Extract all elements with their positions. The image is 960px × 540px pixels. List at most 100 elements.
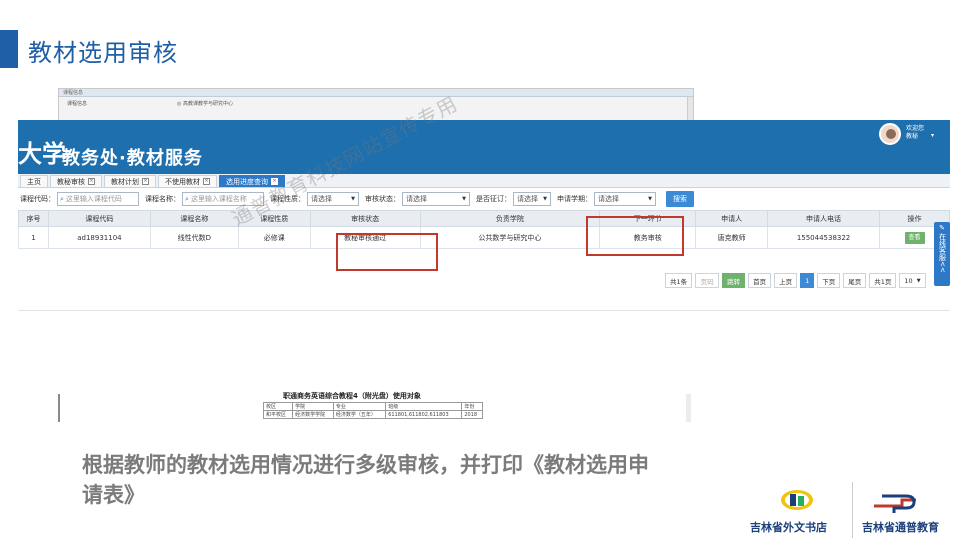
col-header-phone[interactable]: 申请人电话 — [767, 210, 880, 227]
background-dialog: 课程信息 课程信息 ◎ 高教课教学与研究中心 — [58, 88, 694, 123]
tab-label: 教材计划 — [111, 177, 139, 186]
divider — [18, 310, 950, 311]
cell-college: 公共数学与研究中心 — [419, 226, 601, 249]
chevron-down-icon: ▼ — [543, 196, 547, 202]
cell-no: 1 — [18, 226, 49, 249]
term-value: 请选择 — [598, 195, 619, 203]
close-icon[interactable]: × — [142, 178, 149, 185]
document-title: 职通商务英语综合教程4（附光盘）使用对象 — [283, 392, 421, 400]
page-number-input[interactable]: 页码 — [695, 273, 720, 288]
search-button[interactable]: 搜索 — [666, 191, 694, 207]
col-header-no[interactable]: 序号 — [18, 210, 49, 227]
close-icon[interactable]: × — [88, 178, 95, 185]
document-cell: 年份 — [461, 402, 483, 411]
logo-divider — [852, 482, 853, 538]
col-header-course-nature[interactable]: 课程性质 — [237, 210, 311, 227]
document-row: 和平校区 经济数学学院 经济数学（五年） 611801,611802,61180… — [262, 410, 483, 419]
tab-label: 教秘审核 — [57, 177, 85, 186]
slide-title-accent — [0, 30, 18, 68]
search-icon: ⌕ — [185, 194, 189, 203]
chevron-down-icon: ▼ — [462, 196, 466, 202]
document-cell: 班级 — [385, 402, 463, 411]
col-header-college[interactable]: 负责学院 — [419, 210, 601, 227]
course-nature-select[interactable]: 请选择 ▼ — [307, 192, 359, 206]
document-row: 校区 学院 专业 班级 年份 — [262, 402, 483, 411]
ordered-select[interactable]: 请选择 ▼ — [513, 192, 551, 206]
document-cell: 经济数学学院 — [292, 410, 334, 419]
tab-label: 不使用教材 — [165, 177, 200, 186]
prev-page-button[interactable]: 上页 — [774, 273, 798, 288]
search-icon: ⌕ — [60, 194, 64, 203]
background-dialog-row-left: 课程信息 — [67, 101, 88, 107]
ordered-label: 是否征订： — [476, 195, 511, 203]
course-nature-label: 课程性质： — [270, 195, 305, 203]
pagination: 共1条 页码 跳转 首页 上页 1 下页 尾页 共1页 10 ▼ — [665, 273, 926, 288]
chevron-down-icon: ▼ — [648, 196, 652, 202]
tongpu-name: 吉林省通普教育 — [862, 521, 939, 534]
course-name-input[interactable]: ⌕ 这里输入课程名称 — [182, 192, 264, 206]
filter-bar: 课程代码： ⌕ 这里输入课程代码 课程名称： ⌕ 这里输入课程名称 课程性质： 请选… — [18, 188, 950, 210]
tongpu-education-logo — [874, 494, 916, 513]
tab-no-textbook[interactable]: 不使用教材 × — [158, 175, 217, 187]
welcome-text: 欢迎您 — [906, 125, 925, 132]
cell-applicant: 唐克教师 — [695, 226, 769, 249]
course-code-input[interactable]: ⌕ 这里输入课程代码 — [57, 192, 139, 206]
document-scrollbar[interactable] — [686, 394, 691, 422]
view-button[interactable]: 查看 — [904, 231, 925, 244]
tab-bar: 主页 教秘审核 × 教材计划 × 不使用教材 × 选用进度查询 × — [18, 174, 950, 188]
col-header-audit-status[interactable]: 审核状态 — [309, 210, 421, 227]
current-page-button[interactable]: 1 — [800, 273, 815, 288]
user-avatar[interactable] — [879, 123, 901, 145]
document-cell: 校区 — [262, 402, 294, 411]
document-cell: 专业 — [332, 402, 387, 411]
total-pages: 共1页 — [869, 273, 897, 288]
system-title: 教务处·教材服务 — [62, 148, 203, 169]
close-icon[interactable]: × — [203, 178, 210, 185]
user-role: 教秘 — [906, 133, 919, 140]
slide-caption: 根据教师的教材选用情况进行多级审核，并打印《教材选用申请表》 — [82, 453, 649, 507]
background-dialog-titlebar: 课程信息 — [59, 89, 693, 97]
background-dialog-title: 课程信息 — [63, 90, 84, 96]
bookstore-name: 吉林省外文书店 — [750, 521, 827, 534]
course-code-placeholder: 这里输入课程代码 — [65, 195, 122, 203]
online-service-button[interactable]: ✎ 在线客服<< — [934, 222, 950, 286]
audit-status-select[interactable]: 请选择 ▼ — [402, 192, 470, 206]
course-name-label: 课程名称： — [145, 195, 180, 203]
tab-label: 主页 — [27, 177, 41, 186]
document-cell: 2018 — [461, 410, 483, 419]
next-page-button[interactable]: 下页 — [817, 273, 841, 288]
user-menu-caret-icon[interactable]: ▾ — [931, 132, 934, 139]
table-header-row: 序号 课程代码 课程名称 课程性质 审核状态 负责学院 下一环节 申请人 申请人… — [18, 210, 950, 227]
tab-textbook-plan[interactable]: 教材计划 × — [104, 175, 156, 187]
col-header-applicant[interactable]: 申请人 — [695, 210, 769, 227]
document-table: 校区 学院 专业 班级 年份 和平校区 经济数学学院 经济数学（五年） 6118… — [262, 402, 483, 419]
pager-total: 共1条 — [665, 273, 693, 288]
document-cell: 经济数学（五年） — [332, 410, 387, 419]
user-welcome[interactable]: 欢迎您 教秘 — [906, 125, 924, 141]
page-size-value: 10 — [904, 276, 913, 285]
ordered-value: 请选择 — [517, 195, 538, 203]
audit-status-label: 审核状态： — [365, 195, 400, 203]
first-page-button[interactable]: 首页 — [748, 273, 772, 288]
avatar-face-icon — [886, 129, 896, 139]
chevron-down-icon: ▼ — [916, 277, 921, 284]
tab-secretary-audit[interactable]: 教秘审核 × — [50, 175, 102, 187]
cell-course-code: ad18931104 — [47, 226, 151, 249]
page-size-select[interactable]: 10 ▼ — [899, 273, 926, 288]
course-name-placeholder: 这里输入课程名称 — [190, 195, 247, 203]
tab-label: 选用进度查询 — [226, 177, 268, 186]
goto-page-button[interactable]: 跳转 — [722, 273, 746, 288]
last-page-button[interactable]: 尾页 — [843, 273, 867, 288]
term-select[interactable]: 请选择 ▼ — [594, 192, 656, 206]
document-left-bar — [58, 394, 60, 422]
table-row[interactable]: 1 ad18931104 线性代数D 必修课 教秘审核通过 公共数学与研究中心 … — [18, 226, 950, 249]
tab-progress-query[interactable]: 选用进度查询 × — [219, 175, 285, 187]
progress-table: 序号 课程代码 课程名称 课程性质 审核状态 负责学院 下一环节 申请人 申请人… — [18, 210, 950, 249]
col-header-course-code[interactable]: 课程代码 — [47, 210, 151, 227]
background-dialog-row: 课程信息 ◎ 高教课教学与研究中心 — [59, 97, 693, 110]
tab-home[interactable]: 主页 — [20, 175, 48, 187]
col-header-course-name[interactable]: 课程名称 — [149, 210, 239, 227]
close-icon[interactable]: × — [271, 178, 278, 185]
document-cell: 611801,611802,611803 — [385, 410, 463, 419]
app-header: 大学 教务处·教材服务 欢迎您 教秘 ▾ — [18, 120, 950, 174]
